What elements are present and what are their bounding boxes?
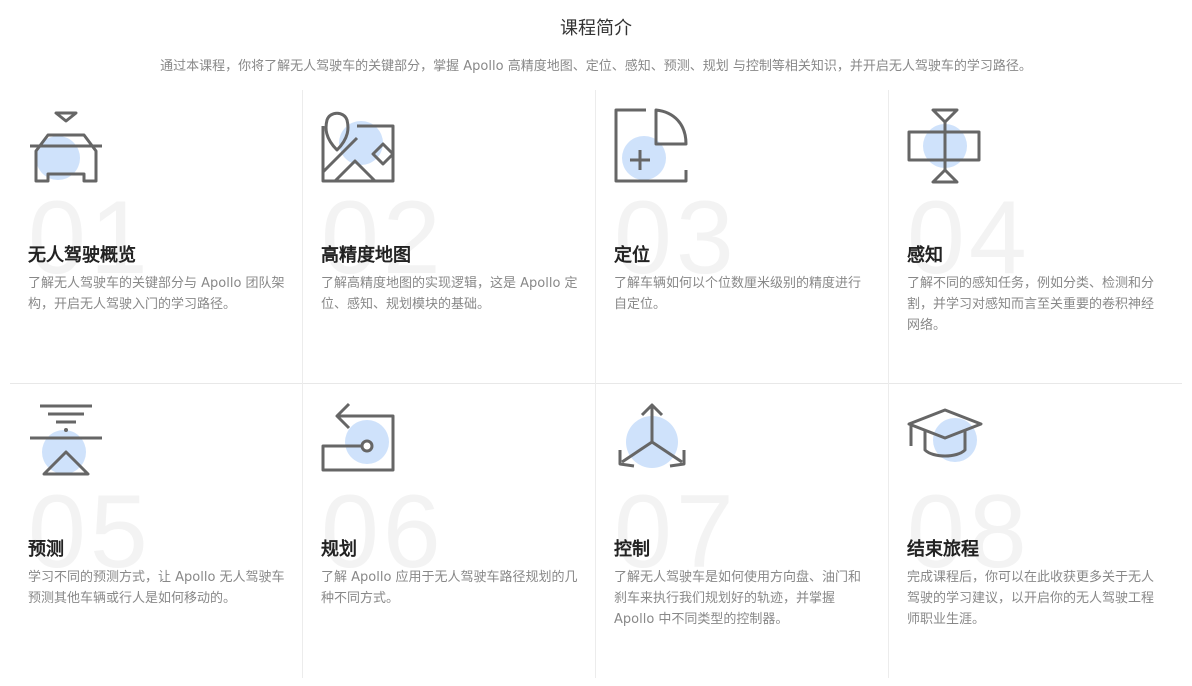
card-title: 预测	[28, 539, 64, 560]
card-title: 规划	[321, 539, 357, 560]
card-description: 了解 Apollo 应用于无人驾驶车路径规划的几种不同方式。	[321, 570, 578, 606]
section-subtitle: 通过本课程，你将了解无人驾驶车的关键部分，掌握 Apollo 高精度地图、定位、…	[160, 59, 1032, 74]
card-title: 结束旅程	[907, 539, 979, 560]
planning-icon	[321, 402, 395, 472]
card-title: 定位	[614, 245, 650, 266]
course-card-overview[interactable]: 01 无人驾驶概览 了解无人驾驶车的关键部分与 Apollo 团队架构，开启无人…	[10, 90, 303, 383]
card-title: 控制	[614, 539, 650, 560]
section-title: 课程简介	[560, 18, 632, 39]
graduation-cap-icon	[907, 408, 983, 462]
card-title: 感知	[907, 245, 943, 266]
course-grid: 01 无人驾驶概览 了解无人驾驶车的关键部分与 Apollo 团队架构，开启无人…	[10, 90, 1182, 678]
course-card-localization[interactable]: 03 定位 了解车辆如何以个位数厘米级别的精度进行自定位。	[596, 90, 889, 383]
prediction-icon	[30, 404, 102, 476]
card-description: 了解高精度地图的实现逻辑，这是 Apollo 定位、感知、规划模块的基础。	[321, 276, 578, 312]
card-title: 高精度地图	[321, 245, 411, 266]
card-description: 了解车辆如何以个位数厘米级别的精度进行自定位。	[614, 276, 862, 312]
card-description: 学习不同的预测方式，让 Apollo 无人驾驶车预测其他车辆或行人是如何移动的。	[28, 570, 285, 606]
card-title: 无人驾驶概览	[28, 245, 136, 266]
course-card-hd-map[interactable]: 02 高精度地图 了解高精度地图的实现逻辑，这是 Apollo 定位、感知、规划…	[303, 90, 596, 383]
card-description: 了解无人驾驶车是如何使用方向盘、油门和刹车来执行我们规划好的轨迹，并掌握 Apo…	[614, 570, 862, 627]
perception-icon	[907, 108, 981, 184]
localization-icon	[614, 108, 688, 183]
course-card-conclusion[interactable]: 08 结束旅程 完成课程后，你可以在此收获更多关于无人驾驶的学习建议，以开启你的…	[889, 384, 1182, 677]
car-icon	[30, 111, 102, 183]
course-card-planning[interactable]: 06 规划 了解 Apollo 应用于无人驾驶车路径规划的几种不同方式。	[303, 384, 596, 677]
course-card-perception[interactable]: 04 感知 了解不同的感知任务，例如分类、检测和分割，并学习对感知而言至关重要的…	[889, 90, 1182, 383]
card-description: 了解不同的感知任务，例如分类、检测和分割，并学习对感知而言至关重要的卷积神经网络…	[907, 276, 1155, 333]
course-card-prediction[interactable]: 05 预测 学习不同的预测方式，让 Apollo 无人驾驶车预测其他车辆或行人是…	[10, 384, 303, 677]
control-icon	[618, 403, 686, 468]
course-card-control[interactable]: 07 控制 了解无人驾驶车是如何使用方向盘、油门和刹车来执行我们规划好的轨迹，并…	[596, 384, 889, 677]
card-description: 了解无人驾驶车的关键部分与 Apollo 团队架构，开启无人驾驶入门的学习路径。	[28, 276, 285, 312]
card-description: 完成课程后，你可以在此收获更多关于无人驾驶的学习建议，以开启你的无人驾驶工程师职…	[907, 570, 1155, 627]
map-icon	[321, 111, 395, 183]
